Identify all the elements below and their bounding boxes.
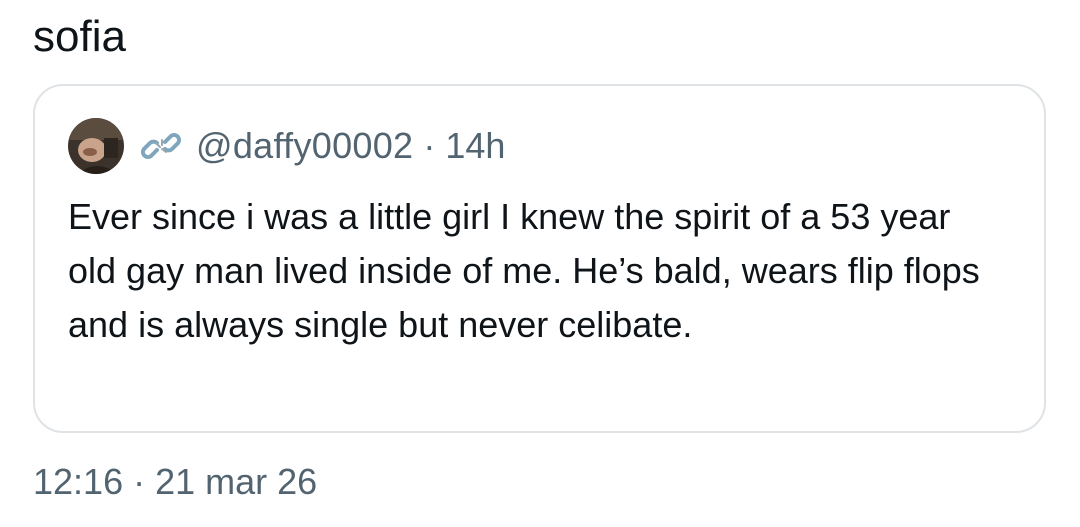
quoted-tweet-header: @daffy00002 · 14h bbox=[68, 115, 505, 177]
quoted-author-avatar[interactable] bbox=[68, 118, 124, 174]
quoted-tweet-time[interactable]: 14h bbox=[445, 125, 505, 167]
tweet-date[interactable]: 21 mar 26 bbox=[155, 458, 317, 506]
quoted-author-handle[interactable]: @daffy00002 bbox=[196, 125, 413, 167]
tweet-time[interactable]: 12:16 bbox=[33, 458, 123, 506]
avatar-photo bbox=[68, 118, 124, 174]
tweet-timestamp-row: 12:16 · 21 mar 26 bbox=[33, 458, 317, 506]
timestamp-separator: · bbox=[133, 461, 146, 502]
tweet-detail: sofia @daffy00002 · 14h Ever since i was… bbox=[0, 0, 1080, 527]
chain-link-icon bbox=[138, 123, 184, 169]
quoted-tweet-card[interactable]: @daffy00002 · 14h Ever since i was a lit… bbox=[33, 84, 1046, 433]
header-separator: · bbox=[423, 125, 436, 166]
quoted-tweet-text: Ever since i was a little girl I knew th… bbox=[68, 196, 980, 345]
author-display-name[interactable]: sofia bbox=[33, 12, 126, 62]
